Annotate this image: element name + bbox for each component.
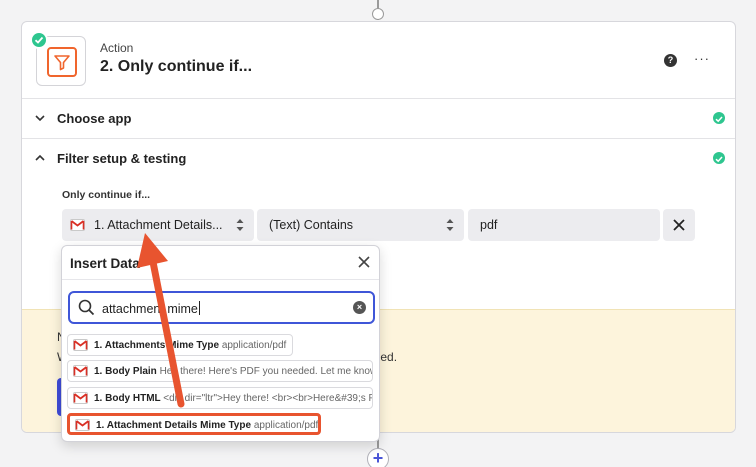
search-icon	[78, 299, 95, 316]
result-label: 1. Body Plain	[94, 366, 157, 377]
step-complete-check-icon	[30, 31, 48, 49]
data-result-item[interactable]: 1. Attachments Mime Type application/pdf	[67, 334, 293, 356]
result-value: Hey there! Here's PDF you needed. Let me…	[159, 366, 373, 377]
close-icon[interactable]	[356, 254, 372, 270]
section-label: Choose app	[57, 111, 132, 126]
remove-condition-button[interactable]	[663, 209, 695, 241]
add-step-button[interactable]: +	[367, 448, 389, 467]
chevron-down-icon	[35, 115, 45, 122]
insert-data-title: Insert Data	[70, 256, 140, 271]
filter-rule-label: Only continue if...	[62, 189, 151, 201]
step-title: 2. Only continue if...	[100, 58, 253, 75]
gmail-icon	[70, 219, 85, 231]
select-arrows-icon	[236, 219, 244, 231]
result-label: 1. Attachment Details Mime Type	[96, 420, 252, 431]
filter-condition-value: (Text) Contains	[269, 218, 354, 232]
filter-condition-select[interactable]: (Text) Contains	[257, 209, 464, 241]
gmail-icon	[73, 392, 88, 404]
filter-value-input[interactable]: pdf	[468, 209, 660, 241]
filter-value-text: pdf	[480, 218, 498, 232]
funnel-icon	[54, 55, 70, 71]
data-result-item[interactable]: 1. Body HTML <div dir="ltr">Hey there! <…	[67, 387, 373, 409]
help-icon[interactable]: ?	[664, 54, 677, 67]
divider	[62, 279, 379, 280]
gmail-icon	[73, 365, 88, 377]
data-result-item[interactable]: 1. Body Plain Hey there! Here's PDF you …	[67, 360, 373, 382]
section-choose-app[interactable]: Choose app	[22, 99, 735, 139]
connector-node-icon	[372, 8, 384, 20]
result-value: <div dir="ltr">Hey there! <br><br>Here&#…	[163, 393, 373, 404]
close-icon	[673, 219, 685, 231]
result-value: application/pdf	[253, 420, 319, 431]
search-value: attachment mime	[102, 302, 198, 316]
filter-field-value: 1. Attachment Details...	[94, 218, 223, 232]
gmail-icon	[75, 419, 90, 431]
section-filter-setup[interactable]: Filter setup & testing	[22, 139, 735, 179]
data-result-item-highlighted[interactable]: 1. Attachment Details Mime Type applicat…	[67, 413, 321, 435]
result-label: 1. Attachments Mime Type	[94, 340, 220, 351]
search-input[interactable]: attachment mime ×	[68, 291, 375, 324]
gmail-icon	[73, 339, 88, 351]
result-label: 1. Body HTML	[94, 393, 161, 404]
clear-search-icon[interactable]: ×	[353, 301, 366, 314]
result-value: application/pdf	[221, 340, 287, 351]
insert-data-popup: Insert Data attachment mime × 1. Attachm…	[61, 245, 380, 442]
filter-field-select[interactable]: 1. Attachment Details...	[62, 209, 254, 241]
section-label: Filter setup & testing	[57, 151, 187, 166]
step-kind: Action	[100, 41, 134, 55]
step-header[interactable]: Action 2. Only continue if... ? ···	[22, 22, 735, 99]
select-arrows-icon	[446, 219, 454, 231]
more-icon[interactable]: ···	[694, 51, 710, 66]
section-complete-check-icon	[713, 112, 725, 124]
chevron-up-icon	[35, 154, 45, 161]
section-complete-check-icon	[713, 152, 725, 164]
